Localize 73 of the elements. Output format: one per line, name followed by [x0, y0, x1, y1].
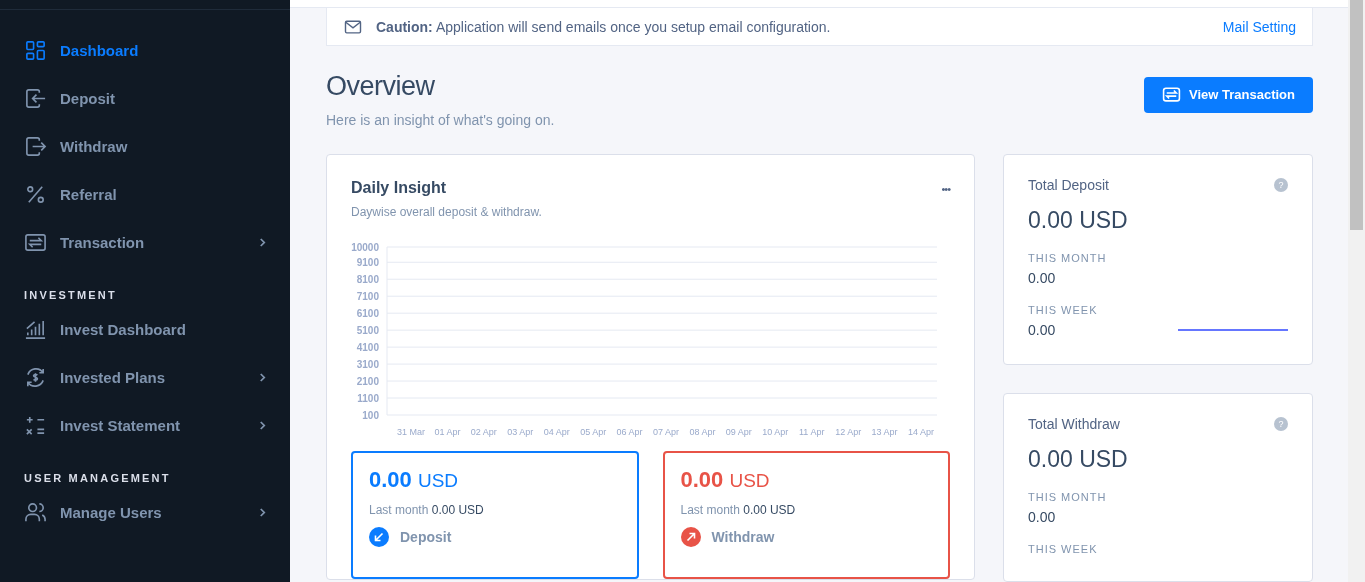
deposit-icon [24, 86, 47, 110]
x-axis-label: 02 Apr [470, 427, 497, 437]
page-subtitle: Here is an insight of what's going on. [326, 112, 555, 128]
x-axis-label: 14 Apr [908, 427, 934, 437]
sidebar-item[interactable]: Transaction [24, 227, 266, 257]
x-axis-label: 01 Apr [434, 427, 461, 437]
page-title: Overview [326, 71, 436, 102]
y-axis-label: 4100 [356, 342, 379, 354]
x-axis-label: 05 Apr [580, 427, 607, 437]
y-axis-label: 10000 [351, 242, 379, 253]
dollar-cycle-icon [24, 365, 47, 389]
chevron-icon [259, 506, 266, 518]
y-axis-label: 2100 [356, 376, 379, 388]
section-heading: USER MANAGEMENT [23, 471, 172, 486]
withdraw-icon [24, 134, 47, 158]
sidebar-item[interactable]: Invest Dashboard [24, 314, 266, 344]
card-title: Daily Insight [351, 179, 448, 197]
y-axis-label: 5100 [356, 325, 379, 337]
summary-amount: 0.00 USD [680, 467, 771, 493]
chevron-icon [259, 419, 266, 431]
grid-icon [24, 38, 47, 62]
x-axis-label: 03 Apr [507, 427, 534, 437]
last-month-text: Last month 0.00 USD [369, 503, 485, 517]
y-axis-label: 100 [362, 410, 379, 421]
sidebar-item[interactable]: Deposit [24, 83, 266, 113]
users-icon [24, 500, 47, 524]
y-axis-label: 3100 [356, 359, 379, 371]
x-axis-label: 13 Apr [871, 427, 898, 437]
total-amount: 0.00 USD [1028, 207, 1129, 234]
sidebar-item[interactable]: Invested Plans [24, 362, 266, 392]
chevron-icon [259, 236, 266, 248]
view-transaction-button[interactable]: View Transaction [1144, 76, 1313, 113]
x-axis-label: 04 Apr [543, 427, 570, 437]
stat-label: THIS MONTH [1028, 252, 1107, 264]
sidebar-item[interactable]: Manage Users [24, 497, 266, 527]
x-axis-label: 06 Apr [616, 427, 643, 437]
y-axis-label: 1100 [357, 393, 379, 405]
sidebar-item[interactable]: Invest Statement [24, 410, 266, 440]
more-options-button[interactable]: ••• [941, 179, 950, 199]
stat-label: THIS WEEK [1028, 543, 1099, 555]
x-axis-label: 10 Apr [762, 427, 789, 437]
card-subtitle: Daywise overall deposit & withdraw. [351, 205, 542, 219]
y-axis-label: 7100 [356, 291, 379, 303]
stat-value: 0.00 [1028, 270, 1057, 286]
stat-label: THIS WEEK [1028, 304, 1099, 316]
y-axis-label: 6100 [356, 308, 379, 320]
transfer-icon [1162, 85, 1182, 104]
y-axis-label: 8100 [356, 274, 379, 286]
mail-setting-link[interactable]: Mail Setting [1222, 18, 1296, 35]
stat-value: 0.00 [1028, 509, 1057, 525]
sidebar-item[interactable]: Dashboard [24, 35, 266, 65]
total-amount: 0.00 USD [1028, 446, 1129, 473]
summary-label: Withdraw [711, 529, 775, 545]
x-axis-label: 31 Mar [397, 427, 425, 437]
scrollbar[interactable] [1348, 0, 1365, 582]
summary-label: Deposit [400, 529, 452, 545]
section-heading: INVESTMENT [23, 288, 118, 303]
x-axis-label: 11 Apr [799, 427, 825, 437]
card-title: Total Deposit [1028, 177, 1109, 193]
summary-amount: 0.00 USD [369, 467, 460, 493]
alert-message: Caution: Application will send emails once you setup email configuration. [376, 18, 832, 35]
x-axis-label: 08 Apr [689, 427, 716, 437]
x-axis-label: 07 Apr [653, 427, 679, 437]
x-axis-label: 12 Apr [835, 427, 862, 437]
sidebar-item[interactable]: Withdraw [24, 131, 266, 161]
y-axis-label: 9100 [356, 257, 379, 269]
sidebar-item[interactable]: Referral [24, 179, 266, 209]
card-title: Total Withdraw [1028, 416, 1120, 432]
stat-label: THIS MONTH [1028, 491, 1107, 503]
chevron-icon [259, 371, 266, 383]
stat-value: 0.00 [1028, 322, 1057, 338]
last-month-text: Last month 0.00 USD [680, 503, 797, 517]
x-axis-label: 09 Apr [725, 427, 752, 437]
